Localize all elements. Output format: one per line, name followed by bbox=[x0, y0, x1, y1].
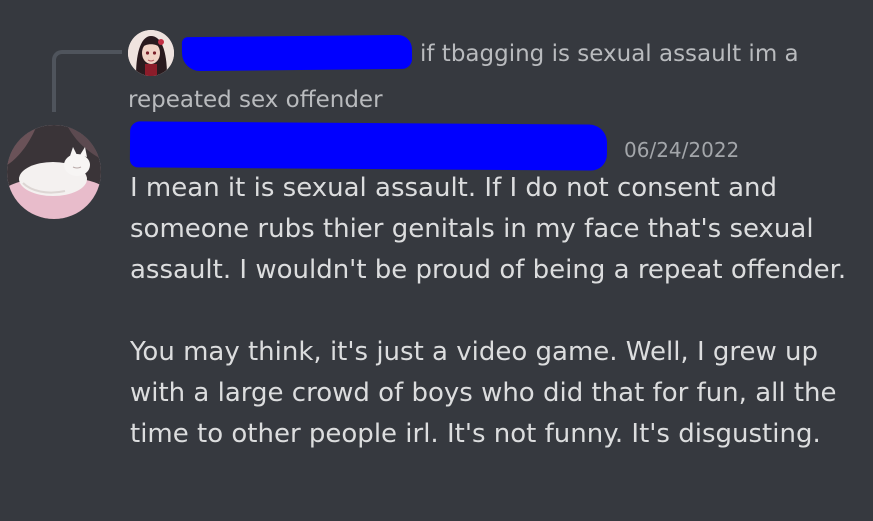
reply-preview-text[interactable]: if tbagging is sexual assault im a repea… bbox=[128, 31, 828, 123]
white-cat-avatar-icon bbox=[7, 125, 101, 219]
message-paragraph: You may think, it's just a video game. W… bbox=[130, 337, 837, 449]
message-content: I mean it is sexual assault. If I do not… bbox=[130, 168, 860, 455]
message-timestamp[interactable]: 06/24/2022 bbox=[624, 138, 739, 162]
message-paragraph: I mean it is sexual assault. If I do not… bbox=[130, 173, 847, 285]
message-author-avatar[interactable] bbox=[7, 125, 101, 219]
message-author-name-redaction bbox=[129, 121, 608, 171]
reply-spine bbox=[52, 50, 122, 112]
